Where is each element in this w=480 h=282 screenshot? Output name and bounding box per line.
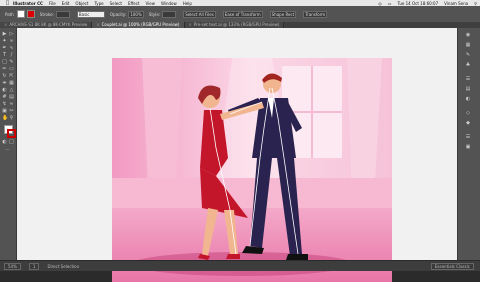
workspace-switcher[interactable]: Essentials Classic bbox=[430, 262, 474, 270]
style-label: Style: bbox=[148, 11, 161, 17]
close-icon[interactable]: × bbox=[189, 22, 192, 27]
align-dropdown[interactable]: Select All Files bbox=[183, 10, 216, 18]
direct-selection-tool-icon[interactable]: ▷ bbox=[9, 32, 14, 37]
hand-tool-icon[interactable]: ✋ bbox=[2, 116, 8, 121]
draw-mode-icon[interactable]: ◐ bbox=[2, 140, 7, 145]
selection-tool-icon[interactable]: ▶ bbox=[2, 32, 7, 37]
tab-label: ARCHIVE-S1 8K 8K @ 8K-CMYK Preview bbox=[9, 22, 88, 27]
stroke-weight-field[interactable] bbox=[55, 10, 70, 18]
stroke-swatch[interactable] bbox=[26, 10, 35, 18]
tab-label: Pre-set text.ai @ 133% (RGB/GPU Preview) bbox=[193, 22, 280, 27]
artboard[interactable] bbox=[112, 58, 392, 282]
opacity-field[interactable]: 100% bbox=[128, 10, 144, 18]
mesh-tool-icon[interactable]: # bbox=[2, 95, 7, 100]
stroke-panel-icon[interactable]: ☰ bbox=[464, 76, 472, 82]
zoom-tool-icon[interactable]: ⚲ bbox=[9, 116, 14, 121]
transparency-panel-icon[interactable]: ◐ bbox=[464, 96, 472, 102]
close-icon[interactable]: × bbox=[4, 22, 7, 27]
more-tools-icon[interactable]: ⋯ bbox=[5, 148, 10, 153]
app-name-menu[interactable]: Illustrator CC bbox=[13, 1, 43, 6]
eyedropper-tool-icon[interactable]: ↯ bbox=[2, 102, 7, 107]
type-tool-icon[interactable]: T bbox=[2, 53, 7, 58]
rectangle-tool-icon[interactable]: □ bbox=[2, 60, 7, 65]
search-icon[interactable]: ⚲ bbox=[474, 1, 477, 6]
panel-dock: ◉ ▦ ✎ ♣ ☰ ▤ ◐ ◇ ◆ ☰ ▣ bbox=[457, 28, 480, 260]
stroke-color-icon[interactable] bbox=[7, 129, 16, 138]
line-tool-icon[interactable]: / bbox=[9, 53, 14, 58]
magic-wand-icon[interactable]: ✦ bbox=[2, 39, 7, 44]
menu-view[interactable]: View bbox=[146, 1, 156, 6]
layers-panel-icon[interactable]: ☰ bbox=[464, 134, 472, 140]
lasso-icon[interactable]: ∞ bbox=[9, 39, 14, 44]
ease-transform-dropdown[interactable]: Ease of Transform bbox=[222, 10, 263, 18]
menu-window[interactable]: Window bbox=[161, 1, 177, 6]
screen-mode-icon[interactable]: □ bbox=[9, 140, 14, 145]
stroke-label: Stroke: bbox=[39, 11, 54, 17]
control-bar: Path Stroke: Basic Opacity: 100% Style: … bbox=[0, 6, 480, 23]
symbols-panel-icon[interactable]: ♣ bbox=[464, 62, 472, 68]
blend-tool-icon[interactable]: ≈ bbox=[9, 102, 14, 107]
curtain-left bbox=[142, 58, 182, 188]
canvas-workspace[interactable] bbox=[17, 28, 457, 282]
color-panel-icon[interactable]: ◉ bbox=[464, 32, 472, 38]
clock[interactable]: Tue 14 Oct 18:60:07 bbox=[398, 1, 439, 6]
status-bar: 54% 1 Direct Selection Essentials Classi… bbox=[0, 260, 480, 271]
menu-file[interactable]: File bbox=[49, 1, 56, 6]
brush-dropdown[interactable]: Basic bbox=[76, 10, 105, 18]
width-tool-icon[interactable]: ⇼ bbox=[2, 81, 7, 86]
perspective-grid-icon[interactable]: △ bbox=[9, 88, 14, 93]
shape-builder-tool-icon[interactable]: ◐ bbox=[2, 88, 7, 93]
swatches-panel-icon[interactable]: ▦ bbox=[464, 42, 472, 48]
selection-type-label: Path bbox=[5, 11, 14, 17]
fill-swatch[interactable] bbox=[16, 10, 25, 18]
close-icon[interactable]: × bbox=[96, 22, 99, 27]
tango-illustration[interactable] bbox=[112, 58, 392, 282]
wainscot bbox=[112, 178, 392, 208]
zoom-field[interactable]: 54% bbox=[4, 262, 21, 270]
free-transform-tool-icon[interactable]: ▦ bbox=[9, 81, 14, 86]
shape-dropdown[interactable]: Shape Rect bbox=[269, 10, 297, 18]
menu-edit[interactable]: Edit bbox=[62, 1, 70, 6]
battery-icon[interactable]: ▭ bbox=[388, 1, 392, 6]
artboard-navigator[interactable]: 1 bbox=[28, 262, 40, 270]
menu-effect[interactable]: Effect bbox=[128, 1, 140, 6]
style-dropdown[interactable] bbox=[162, 10, 177, 18]
current-tool-label: Direct Selection bbox=[47, 263, 80, 269]
curvature-tool-icon[interactable]: ∿ bbox=[9, 46, 14, 51]
brushes-panel-icon[interactable]: ✎ bbox=[464, 52, 472, 58]
scale-tool-icon[interactable]: ⇱ bbox=[9, 74, 14, 79]
menu-help[interactable]: Help bbox=[183, 1, 192, 6]
paintbrush-tool-icon[interactable]: ✎ bbox=[9, 60, 14, 65]
artboard-tool-icon[interactable]: ▣ bbox=[2, 109, 7, 114]
artboards-panel-icon[interactable]: ▣ bbox=[464, 144, 472, 150]
opacity-label: Opacity: bbox=[109, 11, 127, 17]
menu-type[interactable]: Type bbox=[94, 1, 103, 6]
menu-select[interactable]: Select bbox=[110, 1, 122, 6]
gradient-panel-icon[interactable]: ▤ bbox=[464, 86, 472, 92]
rotate-tool-icon[interactable]: ↻ bbox=[2, 74, 7, 79]
graphic-styles-panel-icon[interactable]: ◆ bbox=[464, 120, 472, 126]
menu-object[interactable]: Object bbox=[75, 1, 88, 6]
transform-button[interactable]: Transform bbox=[303, 10, 328, 18]
tab-label: Couplet.ai @ 100% (RGB/GPU Preview) bbox=[101, 22, 180, 27]
menubar-status-area: ◎ ▭ Tue 14 Oct 18:60:07 Vinam Sena ⚲ bbox=[372, 1, 480, 6]
user-name[interactable]: Vinam Sena bbox=[444, 1, 468, 6]
gradient-tool-icon[interactable]: ▤ bbox=[9, 95, 14, 100]
wifi-icon[interactable]: ◎ bbox=[378, 1, 382, 6]
slice-tool-icon[interactable]: ✂ bbox=[9, 109, 14, 114]
appearance-panel-icon[interactable]: ◇ bbox=[464, 110, 472, 116]
pen-tool-icon[interactable]: ✒ bbox=[2, 46, 7, 51]
pencil-tool-icon[interactable]: ✏ bbox=[2, 67, 7, 72]
eraser-tool-icon[interactable]: ▭ bbox=[9, 67, 14, 72]
tools-panel: ▶ ▷ ✦ ∞ ✒ ∿ T / □ ✎ ✏ ▭ ↻ ⇱ ⇼ ▦ ◐ △ # ▤ … bbox=[0, 28, 17, 260]
